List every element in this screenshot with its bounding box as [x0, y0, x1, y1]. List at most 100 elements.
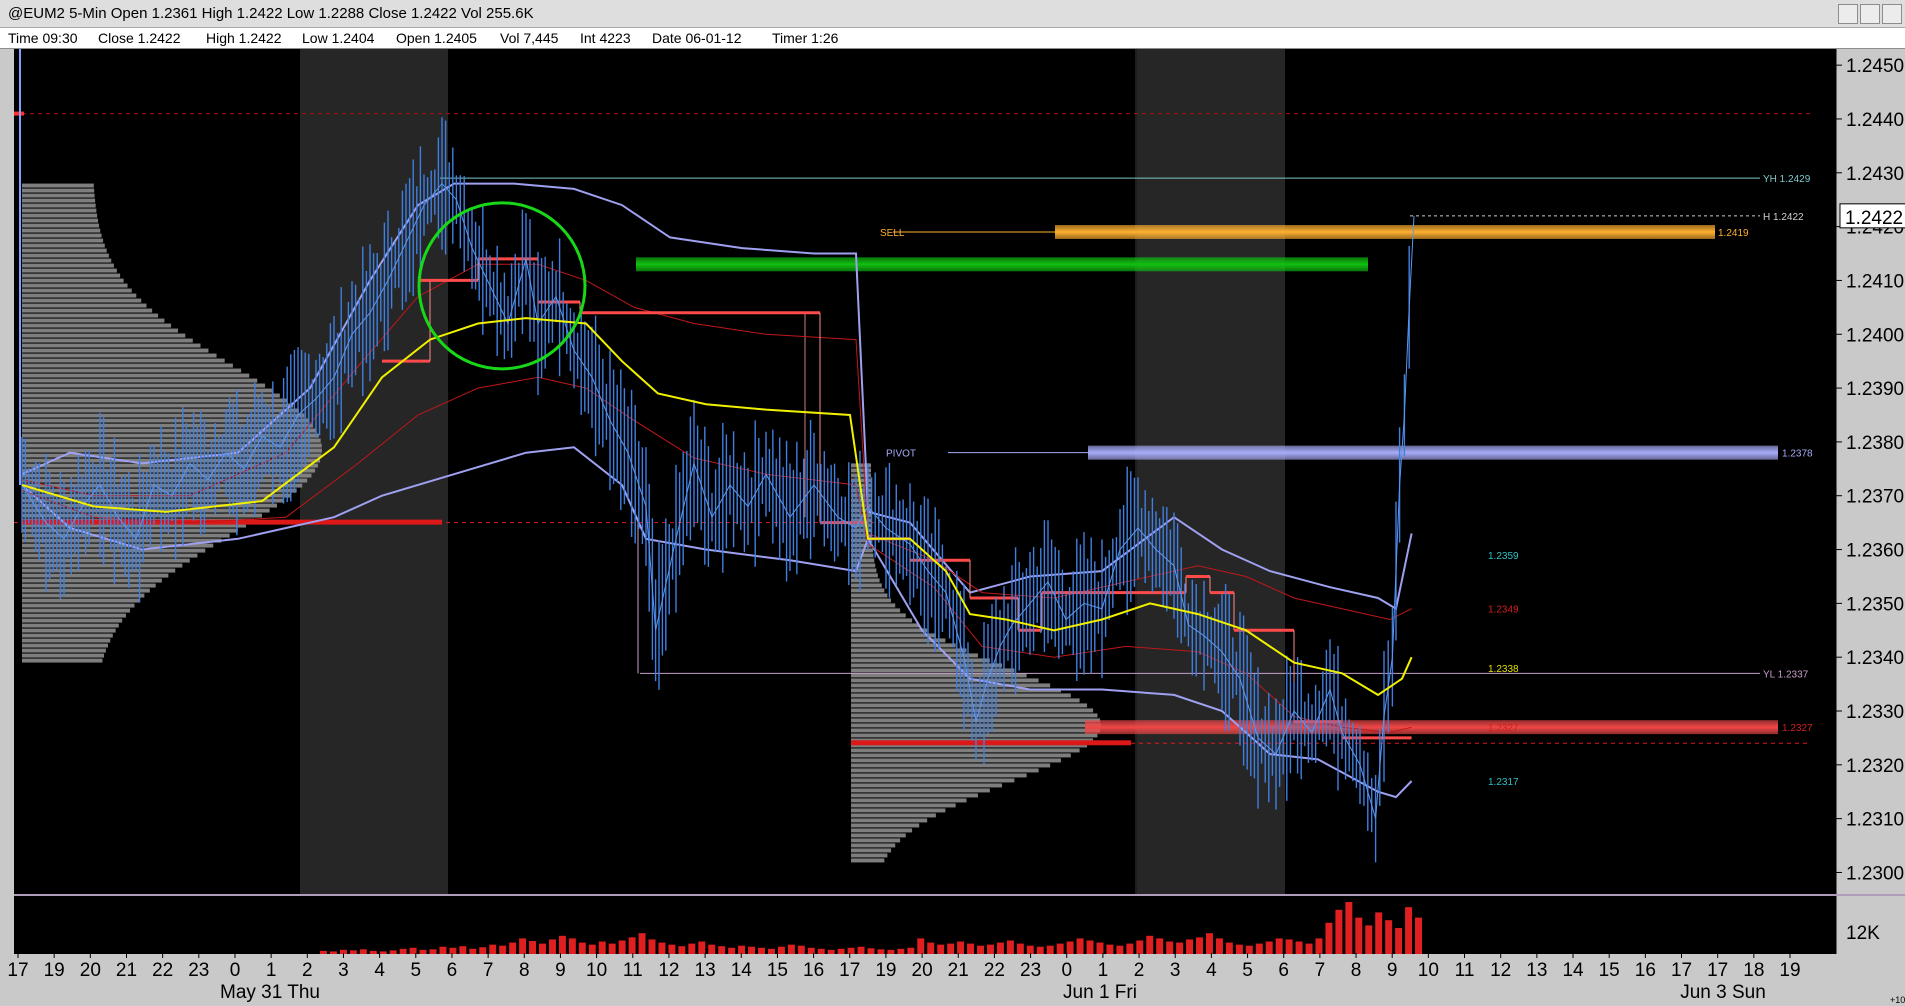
time-tick-label: 6 [447, 960, 458, 981]
maximize-button[interactable] [1860, 4, 1880, 24]
time-tick-label: 6 [1278, 960, 1289, 981]
volume-bar [1136, 940, 1144, 954]
volume-bar [469, 948, 477, 954]
price-tick-label: 1.2430 [1846, 164, 1904, 185]
volume-profile-2-row [851, 773, 1027, 778]
minimize-button[interactable] [1838, 4, 1858, 24]
volume-bar [320, 950, 327, 954]
pivot-zone-bar [1088, 445, 1778, 460]
price-tick-label: 1.2330 [1846, 702, 1904, 723]
time-tick-label: 12 [658, 960, 679, 981]
price-chart[interactable]: YH 1.2429 H 1.2422 YL 1.2337 SELL 1.2419 PIVO… [0, 49, 1905, 1006]
volume-profile-2-row [851, 803, 956, 808]
band-label-1: 1.2349 [1488, 605, 1519, 616]
info-time: Time 09:30 [8, 30, 78, 46]
time-tick-label: 23 [1020, 960, 1041, 981]
time-tick-label: 22 [152, 960, 173, 981]
time-tick-label: 9 [1387, 960, 1398, 981]
volume-profile-1-row [22, 223, 100, 228]
volume-bar [977, 945, 984, 954]
volume-profile-1-row [22, 218, 99, 223]
volume-profile-2-row [851, 618, 913, 623]
volume-profile-1-row [22, 648, 106, 653]
time-tick-label: 17 [1707, 960, 1728, 981]
volume-profile-2-row [851, 613, 906, 618]
volume-profile-1-row [22, 403, 294, 408]
price-tick-label: 1.2350 [1846, 594, 1904, 615]
volume-profile-2-row [851, 663, 1003, 668]
close-button[interactable] [1882, 4, 1902, 24]
volume-bar [658, 942, 666, 954]
volume-profile-1-row [22, 278, 124, 283]
time-tick-label: 5 [411, 960, 422, 981]
volume-bar [767, 948, 775, 954]
volume-bar [907, 947, 915, 954]
volume-bar [877, 949, 885, 954]
volume-profile-1-row [22, 253, 109, 258]
volume-bar [1046, 945, 1054, 954]
volume-profile-1-row [22, 208, 97, 213]
volume-bar [698, 941, 706, 954]
volume-profile-2-row [851, 648, 967, 653]
volume-bar [349, 950, 357, 954]
volume-profile-1-row [22, 358, 225, 363]
price-tick-label: 1.2320 [1846, 756, 1904, 777]
volume-bar [837, 948, 845, 954]
time-tick-label: 10 [1418, 960, 1439, 981]
volume-bar [439, 946, 447, 954]
volume-profile-1-row [22, 193, 95, 198]
price-tick-label: 1.2440 [1846, 110, 1904, 131]
volume-profile-1-row [22, 573, 169, 578]
volume-bar [1146, 935, 1154, 954]
time-tick-label: 19 [875, 960, 896, 981]
volume-bar [389, 950, 397, 954]
time-tick-label: 0 [1061, 960, 1072, 981]
volume-profile-1-row [22, 593, 145, 598]
time-tick-label: 10 [586, 960, 607, 981]
level-label-0: YH 1.2429 [1763, 174, 1811, 185]
volume-profile-2-row [851, 628, 928, 633]
volume-bar [588, 944, 596, 954]
volume-bar [1265, 941, 1273, 954]
volume-bar [1016, 943, 1024, 954]
time-tick-label: 20 [80, 960, 101, 981]
volume-profile-2-row [851, 828, 913, 833]
volume-profile-2-row [851, 758, 1061, 763]
volume-profile-1-row [22, 233, 102, 238]
volume-profile-2-row [851, 658, 990, 663]
volume-profile-1-row [22, 433, 319, 438]
volume-bar [777, 946, 785, 954]
session-shade-0 [300, 49, 448, 894]
volume-bar [1275, 938, 1283, 954]
volume-bar [558, 935, 566, 954]
volume-bar [1156, 938, 1164, 954]
price-tick-label: 1.2310 [1846, 810, 1904, 831]
price-tick-label: 1.2400 [1846, 325, 1904, 346]
time-tick-label: 3 [338, 960, 349, 981]
volume-profile-1-row [22, 583, 156, 588]
volume-profile-2-row [851, 848, 892, 853]
volume-profile-2-row [851, 813, 936, 818]
volume-profile-1-row [22, 198, 96, 203]
volume-bar [1056, 943, 1064, 954]
volume-bar [1166, 941, 1174, 954]
volume-bar [857, 946, 865, 954]
volume-profile-2-row [851, 798, 967, 803]
time-tick-label: 22 [984, 960, 1005, 981]
volume-profile-2-row [851, 793, 978, 798]
info-timer: Timer 1:26 [772, 30, 839, 46]
time-tick-label: 15 [767, 960, 788, 981]
volume-bar [628, 937, 636, 954]
volume-profile-1-row [22, 398, 287, 403]
band-label-4: 1.2317 [1488, 777, 1519, 788]
volume-bar [1196, 937, 1204, 954]
volume-bar [419, 949, 427, 954]
time-tick-label: 16 [803, 960, 824, 981]
time-tick-label: 4 [1206, 960, 1217, 981]
time-tick-label: 7 [483, 960, 494, 981]
volume-bar [678, 946, 686, 954]
sell-zone-label: SELL [880, 228, 905, 239]
volume-profile-1-row [22, 323, 172, 328]
volume-pane [14, 896, 1836, 954]
volume-profile-2-row [851, 653, 978, 658]
